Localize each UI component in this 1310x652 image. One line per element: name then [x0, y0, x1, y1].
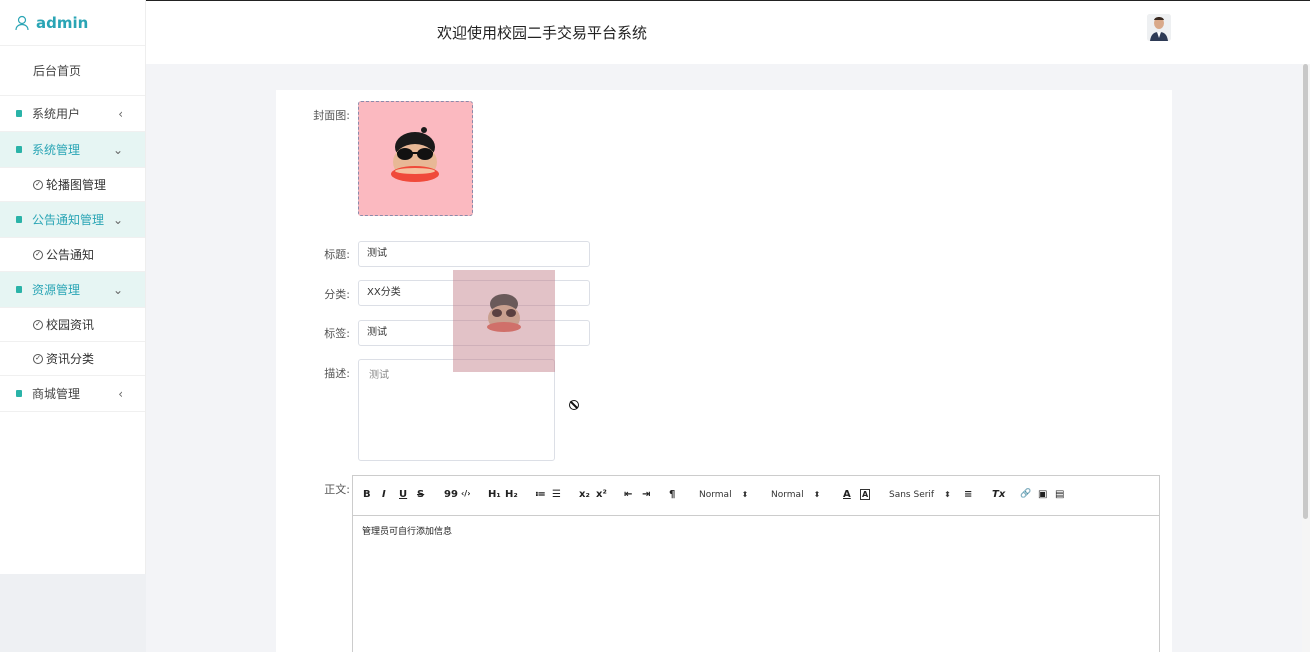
- check-circle-icon: ✓: [33, 179, 43, 190]
- monkey-cover-image: [391, 127, 439, 182]
- category-label: 分类:: [324, 288, 350, 301]
- sidebar-user[interactable]: admin: [0, 0, 145, 46]
- cover-label: 封面图:: [313, 109, 350, 122]
- font-color-button[interactable]: A: [843, 489, 851, 500]
- size-select[interactable]: Normal ⬍: [699, 490, 748, 500]
- monkey-ghost-image: [487, 294, 521, 332]
- align-button[interactable]: ≡: [964, 489, 972, 500]
- username: admin: [36, 13, 89, 32]
- doc-icon: [16, 390, 22, 397]
- no-drop-cursor-icon: [569, 400, 579, 410]
- header1-button[interactable]: H₁: [488, 489, 501, 500]
- doc-icon: [16, 146, 22, 153]
- blockquote-button[interactable]: 99: [444, 489, 458, 500]
- avatar[interactable]: [1147, 14, 1171, 41]
- ordered-list-button[interactable]: ≔: [535, 489, 546, 500]
- link-button[interactable]: 🔗: [1020, 489, 1031, 499]
- sidebar-item-campus-news[interactable]: ✓ 校园资讯: [0, 308, 145, 342]
- description-label: 描述:: [324, 367, 350, 380]
- clean-format-button[interactable]: Tx: [992, 489, 1005, 500]
- content-label: 正文:: [324, 483, 350, 496]
- sidebar-group-label: 系统用户: [32, 107, 81, 121]
- font-select-value: Sans Serif: [889, 490, 935, 500]
- sidebar-group-label: 公告通知管理: [32, 213, 105, 227]
- scrollbar[interactable]: [1302, 64, 1310, 652]
- description-textarea[interactable]: 测试: [358, 359, 555, 461]
- tag-label: 标签:: [324, 327, 350, 340]
- sidebar-item-home[interactable]: 后台首页: [0, 46, 145, 96]
- scrollbar-thumb[interactable]: [1303, 64, 1308, 519]
- bullet-list-button[interactable]: ☰: [552, 489, 561, 500]
- sidebar-item-label: 校园资讯: [46, 318, 95, 332]
- check-circle-icon: ✓: [33, 353, 43, 364]
- header: 欢迎使用校园二手交易平台系统: [146, 0, 1310, 64]
- select-caret-icon: ⬍: [813, 490, 821, 499]
- sidebar-group-system-users[interactable]: 系统用户 ‹: [0, 96, 145, 132]
- code-block-button[interactable]: ‹/›: [461, 489, 471, 498]
- font-select[interactable]: Sans Serif ⬍: [889, 490, 951, 500]
- sidebar-item-label: 资讯分类: [46, 352, 95, 366]
- sidebar-group-label: 商城管理: [32, 387, 81, 401]
- editor-toolbar: B I U S 99 ‹/› H₁ H₂ ≔ ☰ x₂ x² ⇤ ⇥ ¶ Nor…: [353, 476, 1159, 516]
- subscript-button[interactable]: x₂: [579, 489, 590, 500]
- sidebar: admin 后台首页 系统用户 ‹ 系统管理 ⌄ ✓ 轮播图管理 公告通知管理 …: [0, 0, 146, 652]
- sidebar-item-carousel[interactable]: ✓ 轮播图管理: [0, 168, 145, 202]
- image-button[interactable]: ▣: [1038, 489, 1047, 500]
- sidebar-item-notice[interactable]: ✓ 公告通知: [0, 238, 145, 272]
- header-select[interactable]: Normal ⬍: [771, 490, 820, 500]
- check-circle-icon: ✓: [33, 249, 43, 260]
- check-circle-icon: ✓: [33, 319, 43, 330]
- indent-button[interactable]: ⇥: [642, 489, 650, 500]
- sidebar-group-system-management[interactable]: 系统管理 ⌄: [0, 132, 145, 168]
- cover-upload[interactable]: [358, 101, 473, 216]
- avatar-image: [1147, 14, 1171, 41]
- editor-content[interactable]: 管理员可自行添加信息: [353, 516, 1159, 545]
- superscript-button[interactable]: x²: [596, 489, 607, 500]
- doc-icon: [16, 216, 22, 223]
- user-icon: [15, 15, 29, 30]
- chevron-left-icon: ‹: [118, 107, 123, 121]
- sidebar-group-label: 系统管理: [32, 143, 81, 157]
- header2-button[interactable]: H₂: [505, 489, 518, 500]
- text-direction-button[interactable]: ¶: [669, 489, 675, 500]
- header-select-value: Normal: [771, 490, 804, 500]
- sidebar-group-mall[interactable]: 商城管理 ‹: [0, 376, 145, 412]
- sidebar-item-news-category[interactable]: ✓ 资讯分类: [0, 342, 145, 376]
- size-select-value: Normal: [699, 490, 732, 500]
- chevron-down-icon: ⌄: [112, 213, 123, 227]
- chevron-left-icon: ‹: [118, 387, 123, 401]
- outdent-button[interactable]: ⇤: [624, 489, 632, 500]
- page-title: 欢迎使用校园二手交易平台系统: [437, 24, 648, 42]
- form-card: 封面图: 标题: 测试 分类: XX分类 标签: 测试 描述: 测试 正文: B…: [276, 90, 1172, 652]
- chevron-down-icon: ⌄: [112, 283, 123, 297]
- title-label: 标题:: [324, 248, 350, 261]
- sidebar-footer: [0, 574, 146, 652]
- sidebar-group-notice[interactable]: 公告通知管理 ⌄: [0, 202, 145, 238]
- chevron-down-icon: ⌄: [112, 143, 123, 157]
- select-caret-icon: ⬍: [741, 490, 749, 499]
- rich-text-editor[interactable]: B I U S 99 ‹/› H₁ H₂ ≔ ☰ x₂ x² ⇤ ⇥ ¶ Nor…: [352, 475, 1160, 652]
- sidebar-group-resources[interactable]: 资源管理 ⌄: [0, 272, 145, 308]
- doc-icon: [16, 110, 22, 117]
- sidebar-item-label: 公告通知: [46, 248, 95, 262]
- main-content: 封面图: 标题: 测试 分类: XX分类 标签: 测试 描述: 测试 正文: B…: [146, 64, 1302, 652]
- background-color-button[interactable]: A: [860, 489, 871, 500]
- bold-button[interactable]: B: [363, 489, 371, 500]
- select-caret-icon: ⬍: [944, 490, 951, 499]
- underline-button[interactable]: U: [399, 489, 407, 500]
- sidebar-group-label: 资源管理: [32, 283, 81, 297]
- doc-icon: [16, 286, 22, 293]
- italic-button[interactable]: I: [382, 489, 386, 500]
- strike-button[interactable]: S: [417, 489, 424, 500]
- drag-ghost-image: [453, 270, 555, 372]
- title-input[interactable]: 测试: [358, 241, 590, 267]
- video-button[interactable]: ▤: [1055, 489, 1064, 500]
- sidebar-item-label: 轮播图管理: [46, 178, 107, 192]
